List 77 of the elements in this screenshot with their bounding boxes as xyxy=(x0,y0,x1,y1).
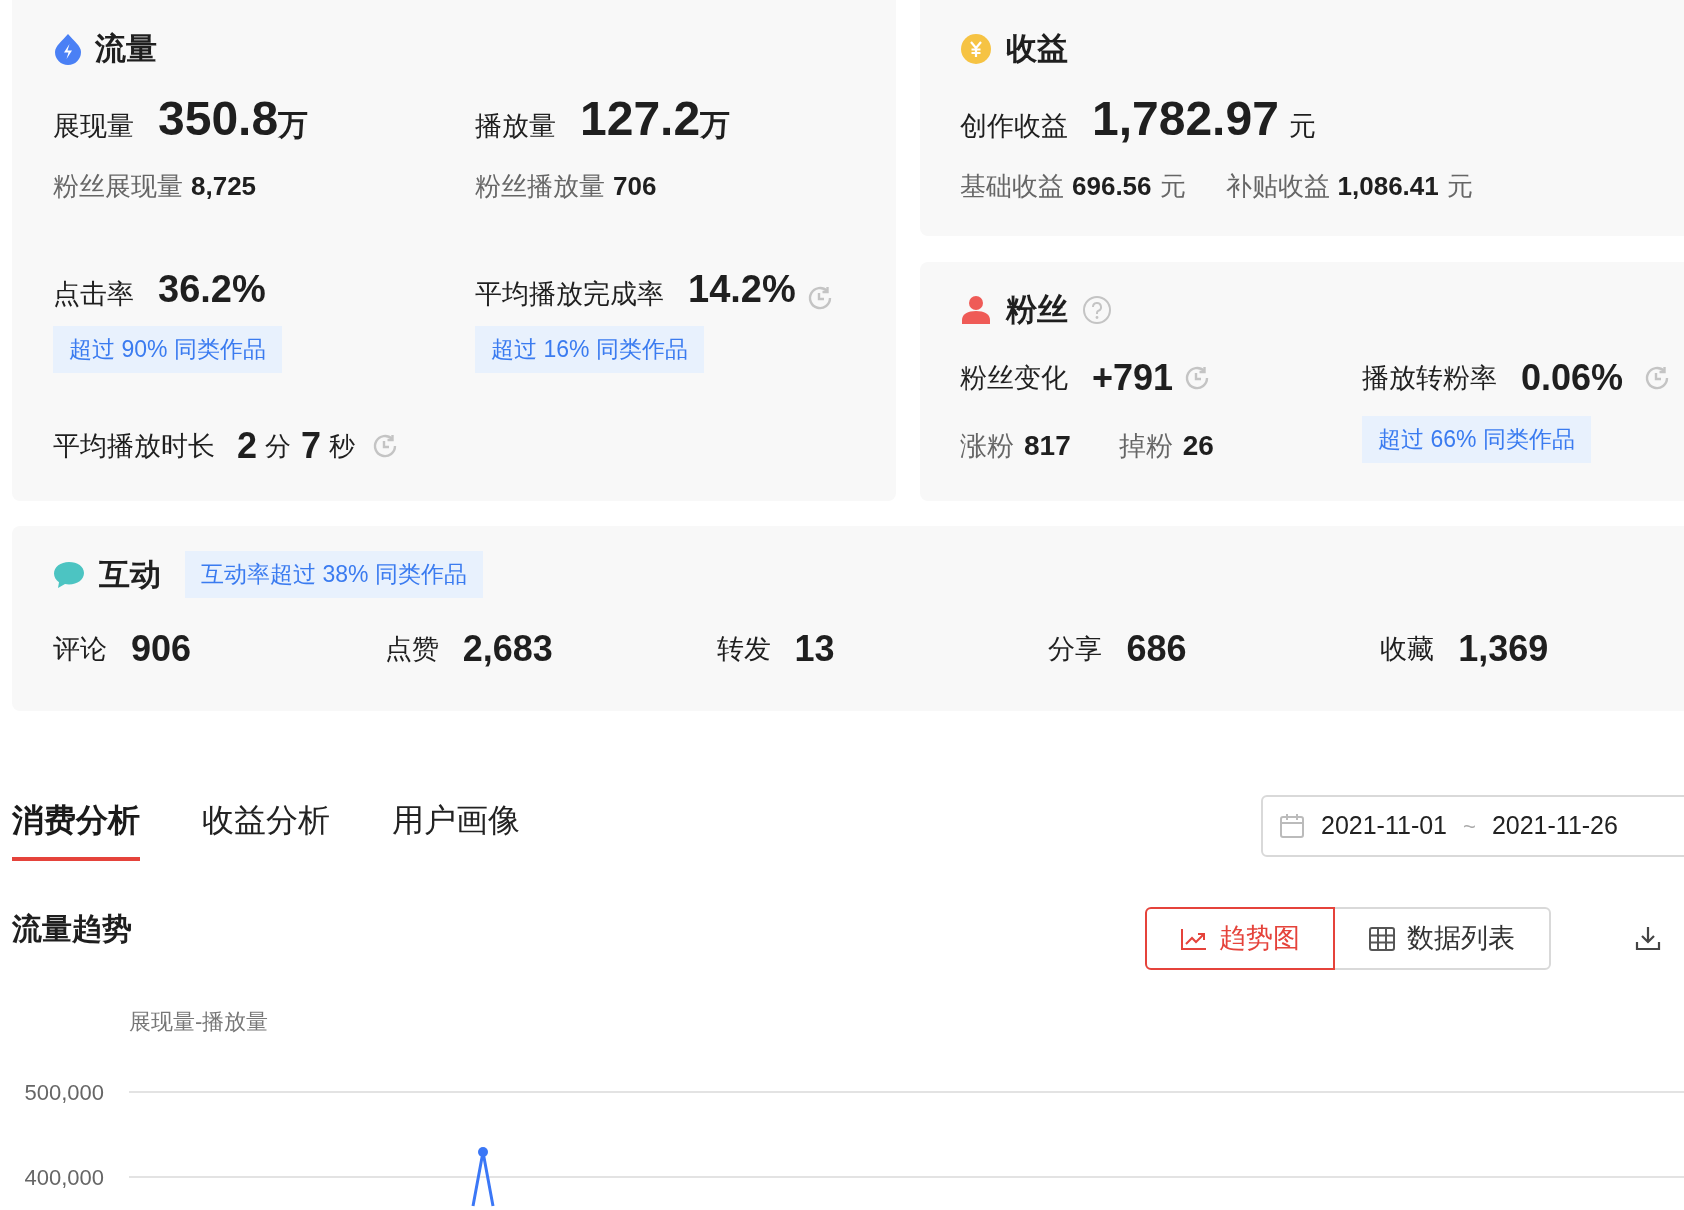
comparison-tag: 互动率超过 38% 同类作品 xyxy=(185,551,483,598)
metric-value: 36.2% xyxy=(158,267,266,312)
view-toggle-button[interactable]: 趋势图 xyxy=(1145,907,1335,970)
unit-label: 秒 xyxy=(329,429,356,463)
y-axis-label: 400,000 xyxy=(24,1165,104,1190)
metric-label: 分享 xyxy=(1048,632,1103,666)
metric-value: 1,369 xyxy=(1458,627,1549,671)
trend-chart-icon xyxy=(1180,927,1207,950)
tab[interactable]: 用户画像 xyxy=(392,800,520,861)
metric-value: 2 xyxy=(237,424,258,468)
metric-label: 粉丝变化 xyxy=(960,361,1068,395)
metric-value: 127.2 xyxy=(580,92,701,146)
unit-label: 万 xyxy=(278,108,309,143)
metric-value: 14.2% xyxy=(688,267,796,312)
tab[interactable]: 消费分析 xyxy=(12,800,140,861)
metric-label: 收藏 xyxy=(1380,632,1435,666)
metric-label: 展现量 xyxy=(53,110,134,143)
metric-value: 686 xyxy=(1126,627,1187,671)
metric-value: 0.06% xyxy=(1521,356,1624,400)
start-date: 2021-11-01 xyxy=(1321,810,1448,842)
view-toggle-button[interactable]: 数据列表 xyxy=(1333,907,1551,970)
calendar-icon xyxy=(1279,813,1305,839)
download-icon[interactable] xyxy=(1635,925,1661,951)
sub-metric-value: 817 xyxy=(1024,429,1071,463)
metric-value: 7 xyxy=(301,424,322,468)
sub-metric-label: 涨粉 xyxy=(960,429,1014,463)
comparison-tag: 超过 66% 同类作品 xyxy=(1362,416,1591,463)
unit-label: 元 xyxy=(1159,169,1186,203)
sub-metric-value: 1,086.41 xyxy=(1337,169,1439,203)
unit-label: 万 xyxy=(700,108,731,143)
metric-label: 播放转粉率 xyxy=(1362,361,1497,395)
metric-label: 点赞 xyxy=(384,632,439,666)
sub-metric-value: 8,725 xyxy=(191,169,257,203)
section-title: 流量趋势 xyxy=(12,911,132,947)
chart-title: 展现量-播放量 xyxy=(129,1008,269,1036)
sub-metric-label: 基础收益 xyxy=(960,169,1064,203)
sub-metric-value: 26 xyxy=(1182,429,1214,463)
sub-metric-label: 粉丝播放量 xyxy=(475,169,605,203)
metric-value: +791 xyxy=(1092,356,1174,400)
metric-value: 2,683 xyxy=(462,627,553,671)
trend-line xyxy=(471,1147,495,1207)
comparison-tag: 超过 90% 同类作品 xyxy=(53,326,282,373)
table-icon xyxy=(1369,926,1395,951)
metric-label: 评论 xyxy=(53,632,107,666)
tab[interactable]: 收益分析 xyxy=(202,800,330,861)
metric-label: 平均播放时长 xyxy=(53,429,215,463)
section-title: 粉丝 xyxy=(1006,292,1068,328)
speech-bubble-icon xyxy=(53,560,85,589)
metric-label: 平均播放完成率 xyxy=(475,278,664,311)
metric-value: 906 xyxy=(131,627,192,671)
section-title: 收益 xyxy=(1006,31,1068,67)
sub-metric-label: 掉粉 xyxy=(1118,429,1173,463)
metric-label: 点击率 xyxy=(53,278,134,311)
help-icon xyxy=(1082,295,1112,325)
sub-metric-label: 粉丝展现量 xyxy=(53,169,183,203)
metric-value: 13 xyxy=(794,627,835,671)
unit-label: 分 xyxy=(265,429,292,463)
section-title: 流量 xyxy=(95,31,157,67)
comparison-tag: 超过 16% 同类作品 xyxy=(475,326,704,373)
metric-label: 创作收益 xyxy=(960,110,1068,143)
sub-metric-label: 补贴收益 xyxy=(1225,169,1330,203)
sub-metric-value: 696.56 xyxy=(1072,169,1152,203)
section-title: 互动 xyxy=(99,556,161,593)
metric-value: 350.8 xyxy=(158,92,279,146)
metric-value: 1,782.97 xyxy=(1092,92,1279,146)
sub-metric-value: 706 xyxy=(613,169,657,203)
date-separator: ~ xyxy=(1463,812,1476,841)
coin-icon xyxy=(960,33,992,65)
unit-label: 元 xyxy=(1446,169,1473,203)
metric-label: 转发 xyxy=(716,632,771,666)
unit-label: 元 xyxy=(1288,110,1316,143)
person-icon xyxy=(960,294,992,326)
date-range-picker[interactable]: 2021-11-01 ~ 2021-11-26 xyxy=(1261,795,1684,857)
end-date: 2021-11-26 xyxy=(1491,810,1618,842)
y-axis-label: 500,000 xyxy=(24,1080,104,1105)
metric-label: 播放量 xyxy=(475,110,556,143)
droplet-bolt-icon xyxy=(53,33,83,65)
